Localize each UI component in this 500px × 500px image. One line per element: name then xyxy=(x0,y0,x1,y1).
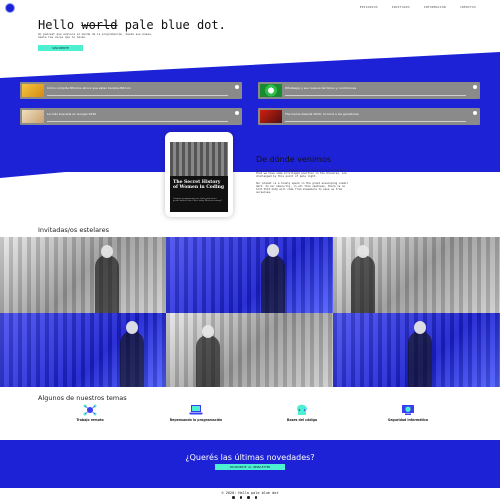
episode-thumbnail xyxy=(22,110,44,123)
topic-label: Bases del código xyxy=(286,418,318,422)
subscribe-button[interactable]: SUSCRIBITE xyxy=(38,45,83,51)
nav-item-informacion[interactable]: INFORMACIÓN xyxy=(424,5,446,9)
phone-mockup: The Secret History of Women in Coding Co… xyxy=(165,132,233,217)
episode-thumbnail xyxy=(22,84,44,97)
episode-card[interactable]: Cómo compite Bitcoins ahora que estan ba… xyxy=(20,82,242,99)
facebook-icon[interactable] xyxy=(254,496,257,499)
logo[interactable] xyxy=(5,3,15,13)
instagram-icon[interactable] xyxy=(239,496,242,499)
guest-photo[interactable] xyxy=(333,237,500,313)
phone-screen: The Secret History of Women in Coding Co… xyxy=(170,142,228,212)
episode-progress-bar[interactable] xyxy=(285,95,466,96)
episode-title: La más buscada en Google 2020 xyxy=(47,112,97,116)
spotify-icon[interactable] xyxy=(247,496,250,499)
network-icon xyxy=(83,404,97,416)
shield-computer-icon xyxy=(402,405,414,415)
article-photo xyxy=(170,142,228,176)
topic-rethinking-programming[interactable]: Repensando la programación xyxy=(166,404,226,423)
origin-title: De dónde venimos xyxy=(256,155,332,164)
episode-card[interactable]: Whatsapp y sus nuevos términos y condici… xyxy=(258,82,480,99)
episode-thumbnail xyxy=(260,84,282,97)
hero-title-strike: world xyxy=(81,18,118,32)
twitter-icon[interactable] xyxy=(232,496,235,499)
play-icon[interactable] xyxy=(473,85,477,89)
head-code-icon xyxy=(297,404,307,415)
guest-photo[interactable] xyxy=(333,313,500,387)
guest-photo[interactable] xyxy=(0,313,166,387)
laptop-icon xyxy=(189,405,203,415)
article-title: The Secret History of Women in Coding xyxy=(173,180,225,190)
topic-security[interactable]: Seguridad informática xyxy=(378,404,438,423)
guests-gallery xyxy=(0,237,500,387)
origin-text: Our posturings, our imagined self-import… xyxy=(256,169,349,195)
guest-photo[interactable] xyxy=(0,237,166,313)
episode-progress-bar[interactable] xyxy=(47,121,228,122)
topic-label: Seguridad informática xyxy=(387,418,429,422)
episode-title: Cómo compite Bitcoins ahora que estan ba… xyxy=(47,86,131,90)
episode-card[interactable]: The Game Awards 2020: Conocé a los ganad… xyxy=(258,108,480,125)
hero-subtitle: Un podcast que explora el mundo de la pr… xyxy=(38,32,153,40)
footer-copyright: © 2020: Hello pale blue dot xyxy=(221,491,279,495)
social-links xyxy=(232,496,257,499)
guest-photo[interactable] xyxy=(166,237,333,313)
episode-title: The Game Awards 2020: Conocé a los ganad… xyxy=(285,112,359,116)
newsletter-title: ¿Querés las últimas novedades? xyxy=(185,453,315,462)
nav-item-episodios[interactable]: EPISODIOS xyxy=(360,5,378,9)
topic-code-bases[interactable]: Bases del código xyxy=(272,404,332,423)
newsletter-subscribe-button[interactable]: SUSCRIBITE AL NEWSLETTER xyxy=(215,464,285,470)
guests-title: Invitadas/os estelares xyxy=(38,226,109,234)
topic-remote-work[interactable]: Trabajo remoto xyxy=(60,404,120,423)
guest-photo[interactable] xyxy=(166,313,333,387)
article-text: Computer programming once had a much bet… xyxy=(173,198,222,203)
episode-card[interactable]: La más buscada en Google 2020 xyxy=(20,108,242,125)
play-icon[interactable] xyxy=(473,111,477,115)
topic-label: Repensando la programación xyxy=(169,418,223,422)
episode-title: Whatsapp y sus nuevos términos y condici… xyxy=(285,86,357,90)
topic-label: Trabajo remoto xyxy=(76,418,104,422)
nav-item-creditos[interactable]: CRÉDITOS xyxy=(460,5,476,9)
topics-title: Algunos de nuestros temas xyxy=(38,394,127,402)
episode-progress-bar[interactable] xyxy=(285,121,466,122)
play-icon[interactable] xyxy=(235,85,239,89)
hero-title: Hello world pale blue dot. xyxy=(38,18,226,32)
nav-item-invitados[interactable]: INVITADOS xyxy=(392,5,410,9)
episode-progress-bar[interactable] xyxy=(47,95,228,96)
main-nav: EPISODIOS INVITADOS INFORMACIÓN CRÉDITOS xyxy=(360,5,476,9)
episode-thumbnail xyxy=(260,110,282,123)
play-icon[interactable] xyxy=(235,111,239,115)
